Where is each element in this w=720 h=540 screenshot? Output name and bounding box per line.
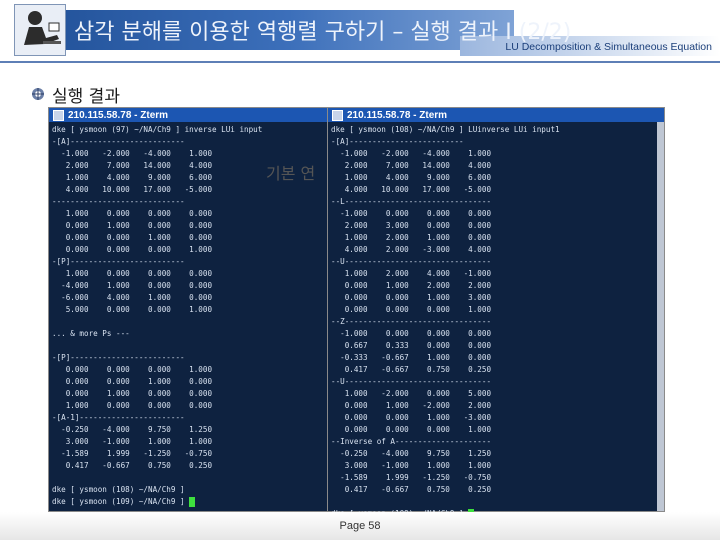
terminal-line: -0.333 -0.667 1.000 0.000: [331, 353, 492, 362]
terminal-line: 1.000 2.000 4.000 -1.000: [331, 269, 492, 278]
terminal-line: 3.000 -1.000 1.000 1.000: [331, 461, 492, 470]
terminal-line: ... & more Ps ---: [52, 329, 130, 338]
terminal-titlebar[interactable]: 210.115.58.78 - Zterm: [328, 108, 664, 122]
terminal-line: -[P]-------------------------: [52, 257, 185, 266]
terminal-line: dke [ ysmoon (109) ~/NA/Ch9 ]: [52, 497, 190, 506]
terminal-line: dke [ ysmoon (97) ~/NA/Ch9 ] inverse LUi…: [52, 125, 263, 134]
terminal-line: 0.417 -0.667 0.750 0.250: [52, 461, 213, 470]
terminal-title: 210.115.58.78 - Zterm: [347, 109, 448, 121]
terminal-line: 1.000 0.000 0.000 0.000: [52, 269, 213, 278]
terminal-line: 0.000 1.000 0.000 0.000: [52, 221, 213, 230]
slide-header: 삼각 분해를 이용한 역행렬 구하기 – 실행 결과 I (2/2) LU De…: [0, 0, 720, 63]
terminal-window-right[interactable]: 210.115.58.78 - Zterm dke [ ysmoon (108)…: [327, 107, 665, 519]
terminal-line: -0.250 -4.000 9.750 1.250: [52, 425, 213, 434]
terminal-line: -[A]-------------------------: [331, 137, 464, 146]
terminal-titlebar[interactable]: 210.115.58.78 - Zterm: [49, 108, 331, 122]
terminal-line: 0.000 0.000 1.000 0.000: [52, 377, 213, 386]
terminal-line: 0.417 -0.667 0.750 0.250: [331, 365, 492, 374]
terminal-title: 210.115.58.78 - Zterm: [68, 109, 169, 121]
terminal-line: -6.000 4.000 1.000 0.000: [52, 293, 213, 302]
terminal-scrollbar[interactable]: [657, 122, 664, 511]
terminal-line: 1.000 -2.000 0.000 5.000: [331, 389, 492, 398]
terminal-line: 0.667 0.333 0.000 0.000: [331, 341, 492, 350]
terminal-line: dke [ ysmoon (108) ~/NA/Ch9 ] LUinverse …: [331, 125, 560, 134]
terminal-line: 0.000 0.000 0.000 1.000: [52, 245, 213, 254]
terminal-line: 0.000 1.000 0.000 0.000: [52, 389, 213, 398]
overlay-text: 기본 연: [266, 164, 316, 183]
terminal-line: -----------------------------: [52, 197, 185, 206]
terminal-line: --L--------------------------------: [331, 197, 492, 206]
terminal-app-icon: [332, 109, 343, 121]
terminal-line: 1.000 2.000 1.000 0.000: [331, 233, 492, 242]
header-divider: [0, 61, 720, 63]
terminal-output[interactable]: dke [ ysmoon (108) ~/NA/Ch9 ] LUinverse …: [328, 122, 664, 522]
terminal-line: 4.000 2.000 -3.000 4.000: [331, 245, 492, 254]
terminal-line: 0.000 0.000 0.000 1.000: [331, 305, 492, 314]
terminal-app-icon: [53, 109, 64, 121]
terminal-line: -0.250 -4.000 9.750 1.250: [331, 449, 492, 458]
terminal-line: 2.000 3.000 0.000 0.000: [331, 221, 492, 230]
terminal-line: 0.000 1.000 2.000 2.000: [331, 281, 492, 290]
bullet-disc-icon: [30, 86, 46, 102]
terminal-line: --U--------------------------------: [331, 377, 492, 386]
slide-title: 삼각 분해를 이용한 역행렬 구하기 – 실행 결과 I (2/2): [74, 20, 572, 45]
terminal-line: -[P]-------------------------: [52, 353, 185, 362]
terminal-line: 5.000 0.000 0.000 1.000: [52, 305, 213, 314]
terminal-line: -1.000 -2.000 -4.000 1.000: [52, 149, 213, 158]
terminal-line: -4.000 1.000 0.000 0.000: [52, 281, 213, 290]
terminal-line: 0.417 -0.667 0.750 0.250: [331, 485, 492, 494]
terminal-line: 2.000 7.000 14.000 4.000: [331, 161, 492, 170]
terminal-line: 0.000 0.000 0.000 1.000: [331, 425, 492, 434]
terminal-line: 0.000 1.000 -2.000 2.000: [331, 401, 492, 410]
person-at-desk-icon: [14, 4, 66, 56]
terminal-line: 1.000 4.000 9.000 6.000: [331, 173, 492, 182]
terminal-line: 3.000 -1.000 1.000 1.000: [52, 437, 213, 446]
terminal-line: 1.000 0.000 0.000 0.000: [52, 209, 213, 218]
terminal-line: -[A-1]-----------------------: [52, 413, 185, 422]
terminal-line: -1.000 0.000 0.000 0.000: [331, 329, 492, 338]
section-label: 실행 결과: [52, 86, 120, 107]
slide-subtitle: LU Decomposition & Simultaneous Equation: [505, 41, 712, 53]
terminal-line: 0.000 0.000 1.000 -3.000: [331, 413, 492, 422]
terminal-line: --Z--------------------------------: [331, 317, 492, 326]
terminal-line: --Inverse of A---------------------: [331, 437, 492, 446]
terminal-line: 1.000 4.000 9.000 6.000: [52, 173, 213, 182]
terminal-line: 4.000 10.000 17.000 -5.000: [52, 185, 213, 194]
terminal-line: 1.000 0.000 0.000 0.000: [52, 401, 213, 410]
terminal-line: -1.000 0.000 0.000 0.000: [331, 209, 492, 218]
terminal-line: -1.589 1.999 -1.250 -0.750: [52, 449, 213, 458]
terminal-line: 4.000 10.000 17.000 -5.000: [331, 185, 492, 194]
terminal-cursor: [189, 497, 196, 507]
terminal-line: dke [ ysmoon (108) ~/NA/Ch9 ]: [52, 485, 185, 494]
terminal-line: 0.000 0.000 1.000 0.000: [52, 233, 213, 242]
terminal-line: -[A]-------------------------: [52, 137, 185, 146]
terminal-line: --U--------------------------------: [331, 257, 492, 266]
terminal-line: 0.000 0.000 1.000 3.000: [331, 293, 492, 302]
terminal-line: 2.000 7.000 14.000 4.000: [52, 161, 213, 170]
page-number: Page 58: [339, 520, 381, 532]
terminal-line: -1.589 1.999 -1.250 -0.750: [331, 473, 492, 482]
terminal-line: 0.000 0.000 0.000 1.000: [52, 365, 213, 374]
section-heading: 실행 결과: [30, 82, 120, 107]
terminal-line: -1.000 -2.000 -4.000 1.000: [331, 149, 492, 158]
